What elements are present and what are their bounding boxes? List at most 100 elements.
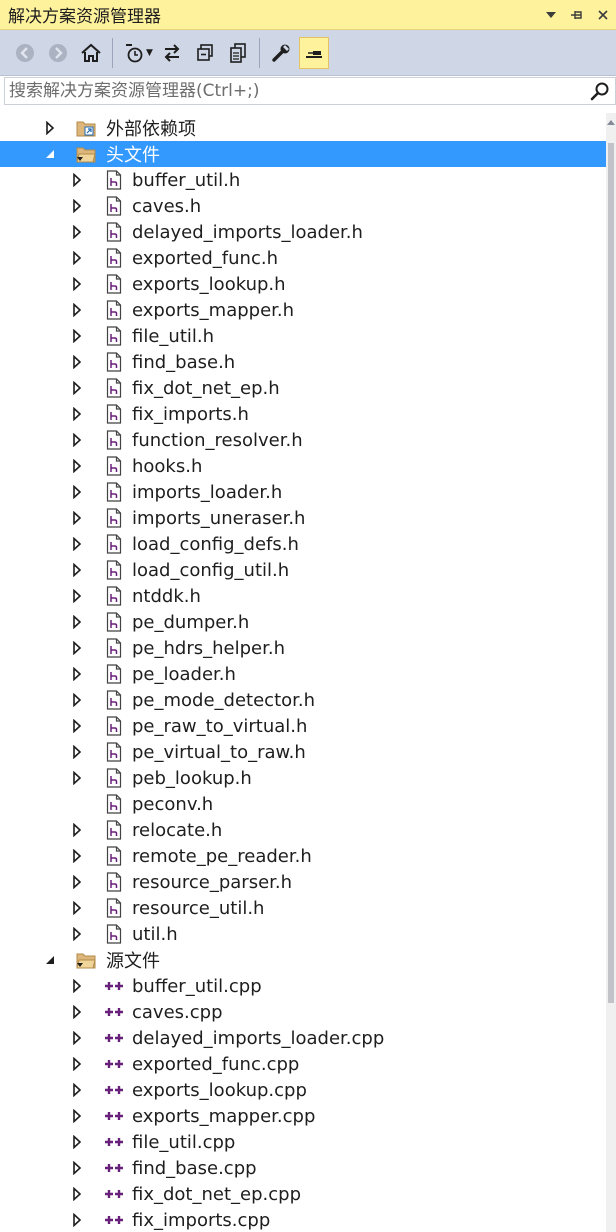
collapse-toggle[interactable]: [71, 511, 83, 525]
tree-item-file[interactable]: hooks.h: [0, 453, 606, 479]
tree-item-file[interactable]: file_util.h: [0, 323, 606, 349]
collapse-toggle[interactable]: [71, 667, 83, 681]
pending-changes-filter-button[interactable]: [119, 37, 149, 69]
collapse-toggle[interactable]: [71, 1083, 83, 1097]
collapse-toggle[interactable]: [71, 537, 83, 551]
collapse-toggle[interactable]: [71, 771, 83, 785]
tree-item-file[interactable]: exports_mapper.cpp: [0, 1103, 606, 1129]
chevron-down-icon[interactable]: ▼: [146, 48, 153, 58]
collapse-toggle[interactable]: [71, 485, 83, 499]
tree-item-file[interactable]: peb_lookup.h: [0, 765, 606, 791]
vertical-scrollbar[interactable]: [606, 113, 616, 1232]
tree-item-file[interactable]: file_util.cpp: [0, 1129, 606, 1155]
collapse-toggle[interactable]: [71, 381, 83, 395]
collapse-toggle[interactable]: [71, 355, 83, 369]
show-all-files-button[interactable]: [223, 37, 253, 69]
collapse-toggle[interactable]: [71, 433, 83, 447]
collapse-toggle[interactable]: [71, 303, 83, 317]
forward-button[interactable]: [43, 37, 73, 69]
tree-item-file[interactable]: fix_dot_net_ep.h: [0, 375, 606, 401]
collapse-toggle[interactable]: [71, 1109, 83, 1123]
collapse-toggle[interactable]: [71, 407, 83, 421]
collapse-toggle[interactable]: [71, 875, 83, 889]
collapse-toggle[interactable]: [44, 121, 56, 135]
tree-item-file[interactable]: delayed_imports_loader.cpp: [0, 1025, 606, 1051]
close-button[interactable]: [590, 2, 616, 28]
tree-item-file[interactable]: fix_imports.h: [0, 401, 606, 427]
tree-item-file[interactable]: fix_dot_net_ep.cpp: [0, 1181, 606, 1207]
collapse-toggle[interactable]: [71, 979, 83, 993]
search-input[interactable]: [5, 78, 585, 104]
collapse-toggle[interactable]: [71, 901, 83, 915]
tree-item-file[interactable]: resource_parser.h: [0, 869, 606, 895]
tree-item-file[interactable]: load_config_defs.h: [0, 531, 606, 557]
tree-item-file[interactable]: relocate.h: [0, 817, 606, 843]
collapse-toggle[interactable]: [71, 1213, 83, 1227]
collapse-toggle[interactable]: [71, 199, 83, 213]
tree-item-file[interactable]: imports_loader.h: [0, 479, 606, 505]
window-options-button[interactable]: [538, 2, 564, 28]
collapse-toggle[interactable]: [71, 615, 83, 629]
preview-selected-items-button[interactable]: [298, 36, 329, 69]
scrollbar-thumb[interactable]: [608, 143, 614, 1003]
home-button[interactable]: [76, 37, 106, 69]
collapse-toggle[interactable]: [71, 1161, 83, 1175]
collapse-toggle[interactable]: [71, 745, 83, 759]
expand-toggle[interactable]: [44, 953, 56, 967]
tree-item-file[interactable]: pe_loader.h: [0, 661, 606, 687]
sync-with-active-document-button[interactable]: [157, 37, 187, 69]
collapse-toggle[interactable]: [71, 277, 83, 291]
tree-item-file[interactable]: pe_hdrs_helper.h: [0, 635, 606, 661]
tree-item-file[interactable]: function_resolver.h: [0, 427, 606, 453]
tree-item-external-dependencies[interactable]: 外部依赖项: [0, 115, 606, 141]
tree-item-file[interactable]: exported_func.cpp: [0, 1051, 606, 1077]
tree-item-file[interactable]: remote_pe_reader.h: [0, 843, 606, 869]
tree-item-file[interactable]: ntddk.h: [0, 583, 606, 609]
collapse-all-button[interactable]: [190, 37, 220, 69]
back-button[interactable]: [10, 37, 40, 69]
tree-item-file[interactable]: exports_lookup.h: [0, 271, 606, 297]
tree-item-source-files[interactable]: 源文件: [0, 947, 606, 973]
collapse-toggle[interactable]: [71, 1005, 83, 1019]
collapse-toggle[interactable]: [71, 459, 83, 473]
collapse-toggle[interactable]: [71, 329, 83, 343]
collapse-toggle[interactable]: [71, 173, 83, 187]
collapse-toggle[interactable]: [71, 927, 83, 941]
tree-item-file[interactable]: find_base.cpp: [0, 1155, 606, 1181]
search-button[interactable]: [585, 78, 615, 104]
expand-toggle[interactable]: [44, 147, 56, 161]
collapse-toggle[interactable]: [71, 563, 83, 577]
collapse-toggle[interactable]: [71, 1135, 83, 1149]
tree-item-header-files[interactable]: 头文件: [0, 141, 606, 167]
tree-item-file[interactable]: resource_util.h: [0, 895, 606, 921]
collapse-toggle[interactable]: [71, 1057, 83, 1071]
tree-item-file[interactable]: util.h: [0, 921, 606, 947]
collapse-toggle[interactable]: [71, 823, 83, 837]
tree-item-file[interactable]: load_config_util.h: [0, 557, 606, 583]
tree-item-file[interactable]: buffer_util.cpp: [0, 973, 606, 999]
collapse-toggle[interactable]: [71, 641, 83, 655]
tree-item-file[interactable]: pe_virtual_to_raw.h: [0, 739, 606, 765]
properties-button[interactable]: [266, 37, 296, 69]
tree-item-file[interactable]: caves.cpp: [0, 999, 606, 1025]
tree-item-file[interactable]: buffer_util.h: [0, 167, 606, 193]
tree-item-file[interactable]: exported_func.h: [0, 245, 606, 271]
pin-button[interactable]: [564, 2, 590, 28]
collapse-toggle[interactable]: [71, 1031, 83, 1045]
scroll-up-arrow-icon[interactable]: [606, 115, 616, 129]
collapse-toggle[interactable]: [71, 849, 83, 863]
tree-item-file[interactable]: exports_lookup.cpp: [0, 1077, 606, 1103]
tree-item-file[interactable]: caves.h: [0, 193, 606, 219]
tree-item-file[interactable]: find_base.h: [0, 349, 606, 375]
collapse-toggle[interactable]: [71, 1187, 83, 1201]
collapse-toggle[interactable]: [71, 225, 83, 239]
tree-item-file[interactable]: pe_mode_detector.h: [0, 687, 606, 713]
tree-item-file[interactable]: pe_raw_to_virtual.h: [0, 713, 606, 739]
collapse-toggle[interactable]: [71, 719, 83, 733]
tree-item-file[interactable]: peconv.h: [0, 791, 606, 817]
tree-item-file[interactable]: fix_imports.cpp: [0, 1207, 606, 1232]
tree-item-file[interactable]: delayed_imports_loader.h: [0, 219, 606, 245]
collapse-toggle[interactable]: [71, 589, 83, 603]
tree-item-file[interactable]: pe_dumper.h: [0, 609, 606, 635]
collapse-toggle[interactable]: [71, 693, 83, 707]
